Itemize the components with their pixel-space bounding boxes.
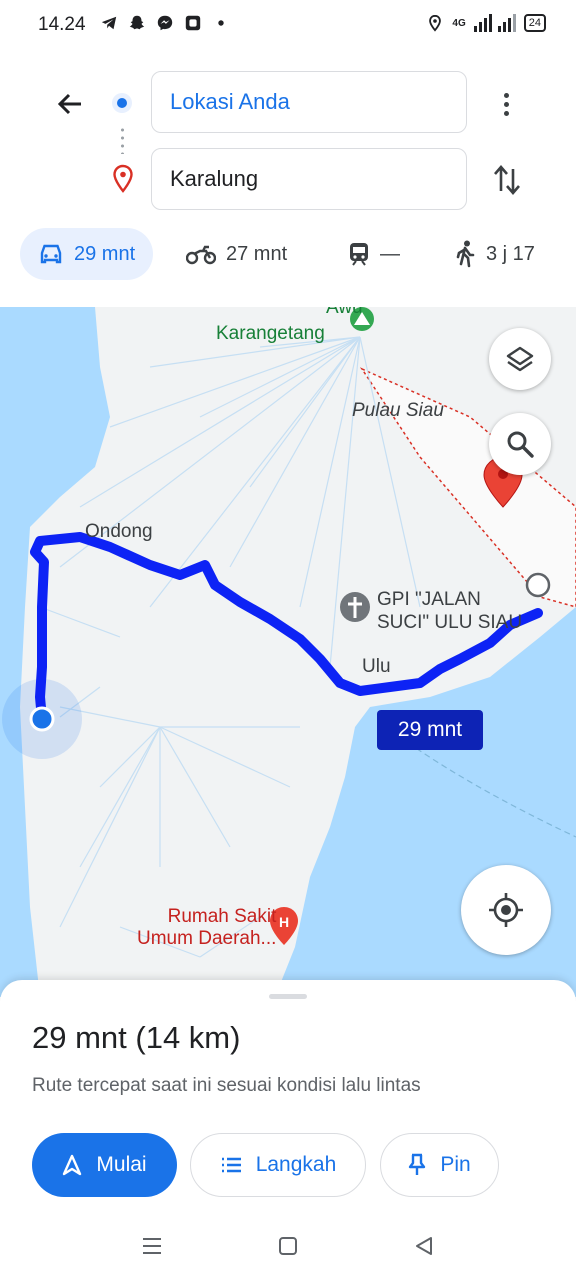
snapchat-icon [129, 15, 145, 30]
messenger-icon [157, 15, 173, 31]
mode-transit[interactable]: — [348, 228, 400, 280]
label-hospital-line2: Umum Daerah... [137, 928, 277, 949]
back-button[interactable] [50, 84, 90, 124]
destination-pin-icon [113, 164, 133, 193]
mode-transit-label: — [380, 242, 400, 265]
sheet-drag-handle[interactable] [269, 994, 307, 999]
home-square-icon [279, 1237, 297, 1255]
label-gpi-line1: GPI "JALAN [377, 589, 481, 610]
list-icon [221, 1157, 241, 1173]
search-button[interactable] [489, 413, 551, 475]
pin-button[interactable]: Pin [380, 1133, 499, 1197]
notification-icons [100, 14, 230, 32]
travel-modes: 29 mnt 27 mnt — 3 j 17 [0, 228, 576, 284]
destination-input[interactable]: Karalung [151, 148, 467, 210]
walking-icon [456, 240, 475, 268]
label-gpi-line2: SUCI" ULU SIAU [377, 612, 523, 633]
svg-text:H: H [279, 914, 289, 930]
mode-walk[interactable]: 3 j 17 [454, 228, 535, 280]
start-button[interactable]: Mulai [32, 1133, 177, 1197]
label-ondong: Ondong [85, 521, 153, 542]
train-icon [350, 243, 368, 266]
map-view[interactable]: H Awu Karangetang Pulau Siau Ondong GPI … [0, 307, 576, 997]
battery-icon: 24 [523, 14, 546, 32]
status-right: 4G 24 [426, 14, 546, 32]
system-nav-bar [0, 1222, 576, 1280]
signal-icon [473, 14, 516, 32]
app-icon [185, 15, 201, 31]
route-time-label[interactable]: 29 mnt [377, 710, 483, 750]
home-button[interactable] [274, 1232, 302, 1260]
layers-icon [506, 346, 534, 372]
directions-header: Lokasi Anda Karalung 29 mnt 27 mnt — 3 j… [0, 52, 576, 307]
mode-motorcycle-label: 27 mnt [226, 242, 288, 265]
label-hospital-line1: Rumah Sakit [167, 906, 277, 927]
mode-walk-label: 3 j 17 [486, 242, 535, 265]
navigation-arrow-icon [63, 1154, 82, 1176]
recent-apps-button[interactable] [138, 1232, 166, 1260]
label-pulau-siau: Pulau Siau [352, 400, 444, 421]
steps-button[interactable]: Langkah [190, 1133, 366, 1197]
label-ulu: Ulu [362, 656, 391, 677]
search-icon [507, 431, 534, 458]
more-options-button[interactable] [492, 84, 520, 124]
origin-input[interactable]: Lokasi Anda [151, 71, 467, 133]
motorcycle-icon [186, 245, 216, 265]
layers-button[interactable] [489, 328, 551, 390]
location-icon [429, 14, 442, 32]
swap-icon [494, 165, 520, 195]
swap-button[interactable] [488, 160, 526, 200]
route-connector [121, 126, 124, 154]
route-summary: 29 mnt (14 km) [32, 1020, 241, 1055]
mode-car-label: 29 mnt [74, 242, 136, 265]
start-button-label: Mulai [96, 1153, 147, 1176]
label-hospital: Rumah Sakit Umum Daerah... [137, 906, 276, 950]
steps-button-label: Langkah [255, 1153, 337, 1176]
mode-car[interactable]: 29 mnt [20, 228, 154, 280]
my-location-button[interactable] [461, 865, 551, 955]
route-summary-sheet: 29 mnt (14 km) Rute tercepat saat ini se… [0, 980, 576, 1280]
label-karangetang: Karangetang [216, 323, 325, 344]
mode-motorcycle[interactable]: 27 mnt [186, 228, 287, 280]
dot-icon [218, 20, 224, 26]
status-bar: 14.24 4G 24 [0, 0, 576, 52]
arrow-left-icon [57, 93, 81, 115]
status-time: 14.24 [38, 14, 86, 35]
network-label: 4G [452, 17, 466, 29]
crosshair-icon [489, 893, 523, 927]
route-note: Rute tercepat saat ini sesuai kondisi la… [32, 1075, 421, 1096]
back-nav-button[interactable] [410, 1232, 438, 1260]
telegram-icon [101, 16, 117, 30]
menu-icon [143, 1238, 161, 1254]
back-triangle-icon [416, 1237, 432, 1255]
pin-icon [409, 1153, 426, 1175]
car-icon [40, 244, 62, 264]
origin-dot-icon [112, 93, 132, 113]
label-gpi-church: GPI "JALAN SUCI" ULU SIAU [377, 588, 522, 634]
pin-button-label: Pin [440, 1153, 471, 1176]
label-awu: Awu [326, 307, 363, 318]
